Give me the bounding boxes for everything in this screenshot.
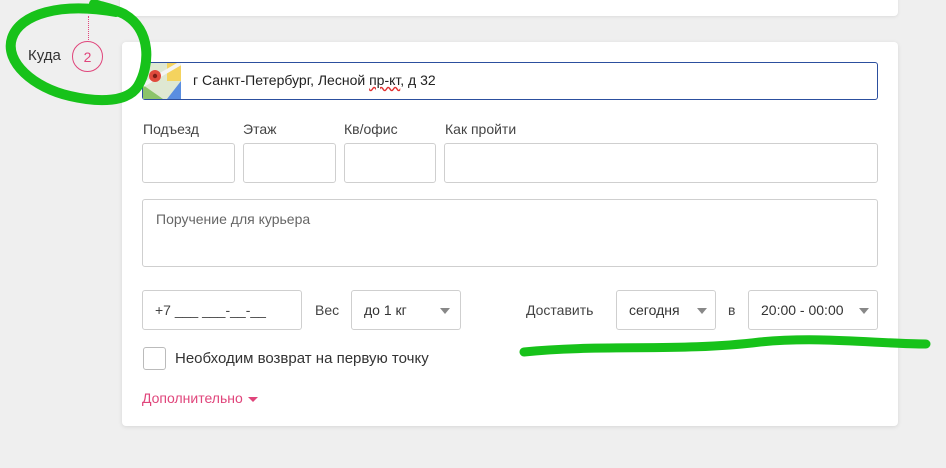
entrance-label: Подъезд [143,121,199,137]
previous-card [120,0,898,16]
map-pin-icon [143,63,181,99]
return-checkbox[interactable] [143,347,166,370]
delivery-time-select[interactable]: 20:00 - 00:00 [748,290,878,330]
delivery-day-select[interactable]: сегодня [616,290,716,330]
entrance-input[interactable] [142,143,235,183]
weight-select[interactable]: до 1 кг [351,290,461,330]
step-label: Куда [28,47,61,64]
deliver-label: Доставить [526,302,594,318]
more-options-link[interactable]: Дополнительно [142,390,258,406]
caret-down-icon [247,396,258,402]
instructions-placeholder: Поручение для курьера [156,211,311,227]
phone-input[interactable]: +7 ___ ___-__-__ [142,290,302,330]
apartment-input[interactable] [344,143,436,183]
floor-input[interactable] [243,143,336,183]
directions-label: Как пройти [445,121,517,137]
chevron-down-icon [697,308,707,314]
apartment-label: Кв/офис [344,121,398,137]
delivery-day-value: сегодня [629,302,680,318]
more-options-label: Дополнительно [142,390,243,406]
step-number-badge: 2 [72,41,103,72]
directions-input[interactable] [444,143,878,183]
courier-instructions-textarea[interactable]: Поручение для курьера [142,199,878,267]
at-label: в [728,302,736,318]
step-connector [88,16,89,40]
delivery-time-value: 20:00 - 00:00 [761,302,844,318]
phone-value: +7 ___ ___-__-__ [155,302,266,318]
address-value: г Санкт-Петербург, Лесной пр-кт, д 32 [193,72,436,88]
weight-selected: до 1 кг [364,302,407,318]
weight-label: Вес [315,302,340,318]
return-checkbox-label: Необходим возврат на первую точку [175,350,429,367]
chevron-down-icon [859,308,869,314]
address-input[interactable]: г Санкт-Петербург, Лесной пр-кт, д 32 [142,62,878,100]
chevron-down-icon [440,308,450,314]
floor-label: Этаж [243,121,277,137]
